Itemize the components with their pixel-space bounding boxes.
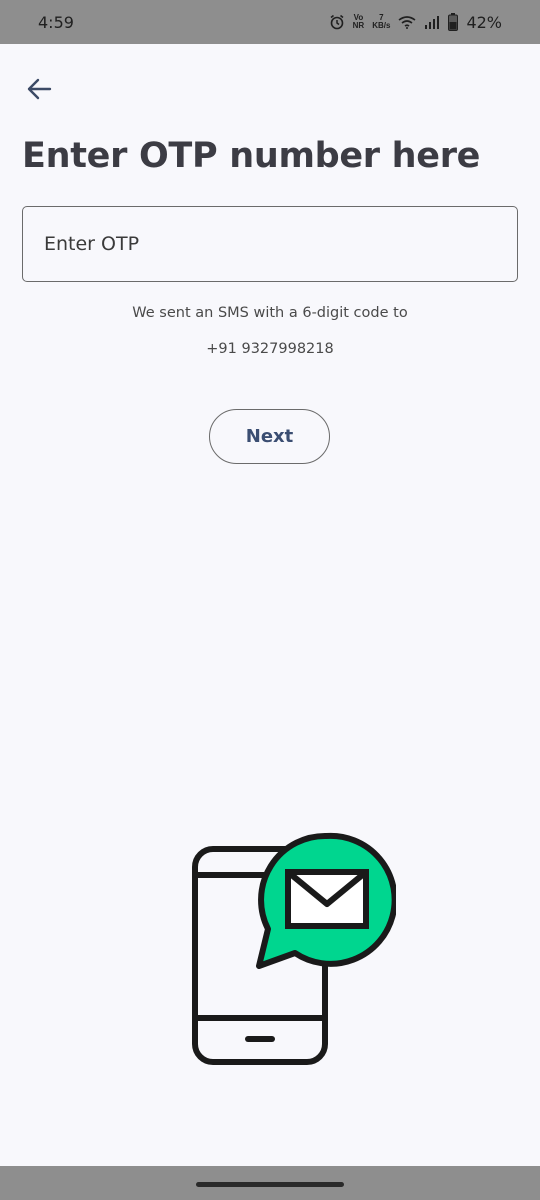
battery-icon (448, 13, 459, 31)
phone-sms-illustration (190, 832, 398, 1068)
home-gesture-handle[interactable] (196, 1182, 344, 1187)
signal-icon (424, 15, 440, 29)
sms-message: We sent an SMS with a 6-digit code to (132, 305, 408, 321)
speed-unit: KB/s (372, 21, 391, 30)
volte-icon: Vo NR (353, 14, 365, 30)
phone-number: +91 9327998218 (206, 341, 334, 357)
back-button[interactable] (22, 72, 56, 106)
status-bar: 4:59 Vo NR 7 KB/s 42% (0, 0, 540, 44)
alarm-icon (329, 14, 345, 30)
battery-percent: 42% (466, 12, 502, 32)
status-icons: Vo NR 7 KB/s 42% (329, 13, 502, 32)
network-bottom-label: NR (352, 21, 365, 30)
arrow-left-icon (27, 78, 52, 100)
next-button[interactable]: Next (209, 409, 330, 464)
page-title: Enter OTP number here (22, 136, 481, 176)
otp-input[interactable] (22, 206, 518, 282)
speed-indicator: 7 KB/s (372, 14, 390, 30)
wifi-icon (398, 15, 416, 29)
status-time: 4:59 (38, 12, 74, 32)
